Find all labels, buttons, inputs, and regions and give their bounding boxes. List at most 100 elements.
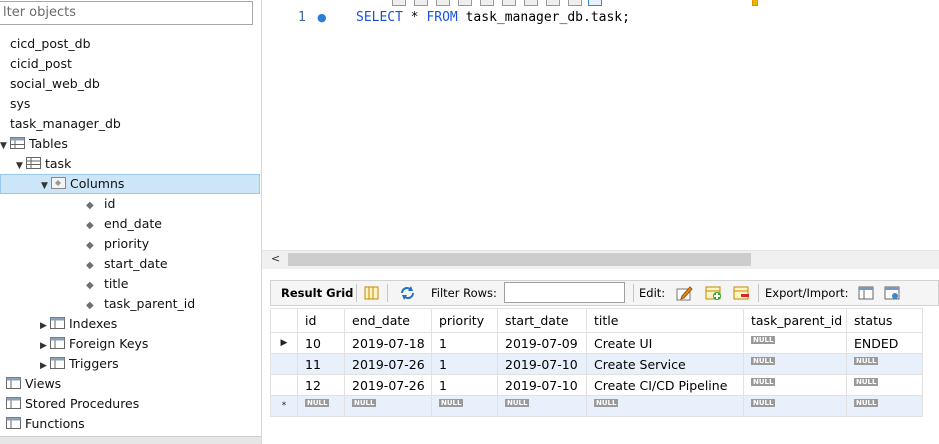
cell-task-parent-id[interactable]: NULL: [743, 395, 847, 417]
edit-row-icon[interactable]: [676, 285, 693, 301]
table-row[interactable]: ▶ 10 2019-07-18 1 2019-07-09 Create UI N…: [270, 332, 923, 354]
scrollbar-thumb[interactable]: [288, 253, 751, 266]
null-badge: NULL: [751, 356, 776, 365]
tree-item-functions[interactable]: Functions: [6, 414, 85, 434]
cell-id[interactable]: 10: [297, 332, 345, 354]
export-icon[interactable]: [858, 285, 875, 301]
new-row-marker-icon: *: [270, 395, 298, 417]
new-row[interactable]: * NULL NULL NULL NULL NULL NULL NULL: [270, 395, 923, 417]
insert-row-icon[interactable]: [705, 285, 722, 301]
grid-layout-icon[interactable]: [363, 285, 380, 301]
tree-item-stored-procedures[interactable]: Stored Procedures: [6, 394, 139, 414]
cell-status[interactable]: NULL: [846, 353, 923, 375]
cell-title[interactable]: Create UI: [586, 332, 744, 354]
toolbar-icon[interactable]: [546, 0, 560, 6]
cell-priority[interactable]: 1: [431, 353, 498, 375]
table-row[interactable]: 12 2019-07-26 1 2019-07-10 Create CI/CD …: [270, 374, 923, 396]
column-item-start-date[interactable]: ◆ start_date: [86, 254, 168, 274]
schema-item-cicid-post[interactable]: cicid_post: [10, 54, 72, 74]
column-item-priority[interactable]: ◆ priority: [86, 234, 149, 254]
filter-objects-input[interactable]: lter objects: [0, 1, 253, 25]
chevron-right-icon[interactable]: ▶: [40, 356, 50, 376]
chevron-right-icon[interactable]: ▶: [40, 316, 50, 336]
column-header-start-date[interactable]: start_date: [497, 308, 587, 333]
tree-item-tables[interactable]: ▼ Tables: [0, 134, 68, 154]
toolbar-icon[interactable]: [752, 0, 758, 6]
column-header-status[interactable]: status: [846, 308, 923, 333]
indexes-label: Indexes: [69, 316, 118, 331]
column-item-task-parent-id[interactable]: ◆ task_parent_id: [86, 294, 195, 314]
column-header-id[interactable]: id: [297, 308, 345, 333]
toolbar-icon[interactable]: [588, 0, 602, 6]
column-header-task-parent-id[interactable]: task_parent_id: [743, 308, 847, 333]
toolbar-separator: [758, 284, 759, 302]
delete-row-icon[interactable]: [733, 285, 750, 301]
column-header-priority[interactable]: priority: [431, 308, 498, 333]
toolbar-icon[interactable]: [414, 0, 428, 6]
import-icon[interactable]: [884, 285, 901, 301]
tree-item-columns[interactable]: ▼ Columns: [0, 174, 260, 194]
tree-item-views[interactable]: Views: [6, 374, 61, 394]
cell-end-date[interactable]: NULL: [344, 395, 432, 417]
tree-item-table-task[interactable]: ▼ task: [16, 154, 71, 174]
schema-item-task-manager-db[interactable]: task_manager_db: [10, 114, 121, 134]
chevron-down-icon[interactable]: ▼: [41, 177, 51, 195]
cell-id[interactable]: 11: [297, 353, 345, 375]
refresh-icon[interactable]: [399, 285, 416, 301]
cell-end-date[interactable]: 2019-07-26: [344, 353, 432, 375]
toolbar-icon[interactable]: [502, 0, 516, 6]
cell-title[interactable]: Create CI/CD Pipeline: [586, 374, 744, 396]
cell-start-date[interactable]: 2019-07-10: [497, 353, 587, 375]
columns-label: Columns: [70, 176, 125, 191]
toolbar-icon[interactable]: [392, 0, 406, 6]
cell-start-date[interactable]: 2019-07-10: [497, 374, 587, 396]
cell-end-date[interactable]: 2019-07-18: [344, 332, 432, 354]
sql-editor[interactable]: 1 ● SELECT * FROM task_manager_db.task;: [262, 0, 939, 250]
column-diamond-icon: ◆: [86, 240, 94, 251]
grid-header-row: id end_date priority start_date title ta…: [270, 308, 923, 333]
cell-start-date[interactable]: 2019-07-09: [497, 332, 587, 354]
tree-item-indexes[interactable]: ▶ Indexes: [40, 314, 117, 334]
sql-statement[interactable]: SELECT * FROM task_manager_db.task;: [356, 10, 630, 25]
tree-item-foreign-keys[interactable]: ▶ Foreign Keys: [40, 334, 148, 354]
chevron-down-icon[interactable]: ▼: [16, 156, 26, 176]
views-label: Views: [25, 376, 62, 391]
editor-toolbar-edge: [362, 0, 939, 6]
cell-task-parent-id[interactable]: NULL: [743, 332, 847, 354]
toolbar-icon[interactable]: [436, 0, 450, 6]
result-grid-tab[interactable]: Result Grid: [281, 286, 353, 300]
cell-task-parent-id[interactable]: NULL: [743, 353, 847, 375]
cell-task-parent-id[interactable]: NULL: [743, 374, 847, 396]
table-row[interactable]: 11 2019-07-26 1 2019-07-10 Create Servic…: [270, 353, 923, 375]
cell-status[interactable]: NULL: [846, 374, 923, 396]
cell-id[interactable]: 12: [297, 374, 345, 396]
filter-rows-input[interactable]: [504, 282, 625, 303]
scroll-left-icon[interactable]: <: [271, 252, 280, 265]
cell-priority[interactable]: 1: [431, 374, 498, 396]
editor-horizontal-scrollbar[interactable]: <: [262, 250, 939, 269]
column-item-end-date[interactable]: ◆ end_date: [86, 214, 162, 234]
column-header-end-date[interactable]: end_date: [344, 308, 432, 333]
cell-end-date[interactable]: 2019-07-26: [344, 374, 432, 396]
schema-item-social-web-db[interactable]: social_web_db: [10, 74, 100, 94]
toolbar-icon[interactable]: [458, 0, 472, 6]
cell-priority[interactable]: 1: [431, 332, 498, 354]
cell-status[interactable]: NULL: [846, 395, 923, 417]
toolbar-icon[interactable]: [524, 0, 538, 6]
column-item-id[interactable]: ◆ id: [86, 194, 115, 214]
chevron-down-icon[interactable]: ▼: [0, 136, 10, 156]
cell-start-date[interactable]: NULL: [497, 395, 587, 417]
cell-title[interactable]: NULL: [586, 395, 744, 417]
schema-item-sys[interactable]: sys: [10, 94, 30, 114]
tree-item-triggers[interactable]: ▶ Triggers: [40, 354, 119, 374]
chevron-right-icon[interactable]: ▶: [40, 336, 50, 356]
cell-priority[interactable]: NULL: [431, 395, 498, 417]
cell-title[interactable]: Create Service: [586, 353, 744, 375]
schema-item-cicd-post-db[interactable]: cicd_post_db: [10, 34, 91, 54]
toolbar-icon[interactable]: [480, 0, 494, 6]
cell-id[interactable]: NULL: [297, 395, 345, 417]
column-header-title[interactable]: title: [586, 308, 744, 333]
column-item-title[interactable]: ◆ title: [86, 274, 128, 294]
cell-status[interactable]: ENDED: [846, 332, 923, 354]
toolbar-icon[interactable]: [568, 0, 582, 6]
